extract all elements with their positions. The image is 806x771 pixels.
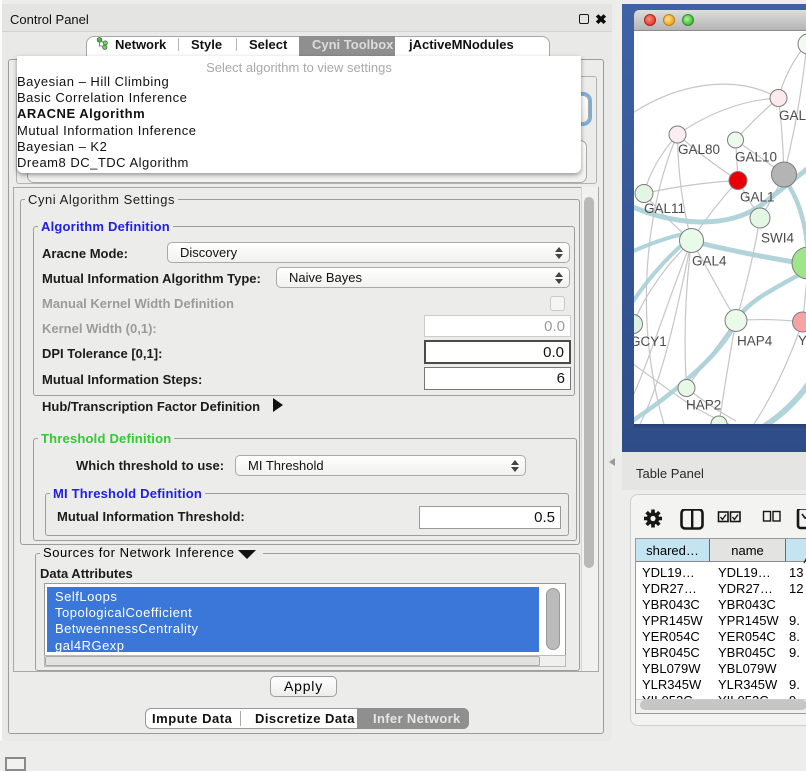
svg-text:GAL80: GAL80	[678, 142, 720, 157]
svg-text:GAL7: GAL7	[779, 108, 806, 123]
svg-text:SWI4: SWI4	[761, 231, 794, 246]
svg-text:YEL: YEL	[798, 333, 806, 348]
svg-text:GAL1: GAL1	[740, 190, 775, 205]
svg-text:HAP4: HAP4	[737, 334, 773, 349]
svg-text:GAL10: GAL10	[735, 150, 777, 165]
svg-text:HAP2: HAP2	[686, 398, 721, 413]
svg-text:GAL11: GAL11	[644, 201, 685, 216]
svg-text:GAL4: GAL4	[692, 254, 727, 269]
svg-text:GCY1: GCY1	[634, 334, 667, 349]
